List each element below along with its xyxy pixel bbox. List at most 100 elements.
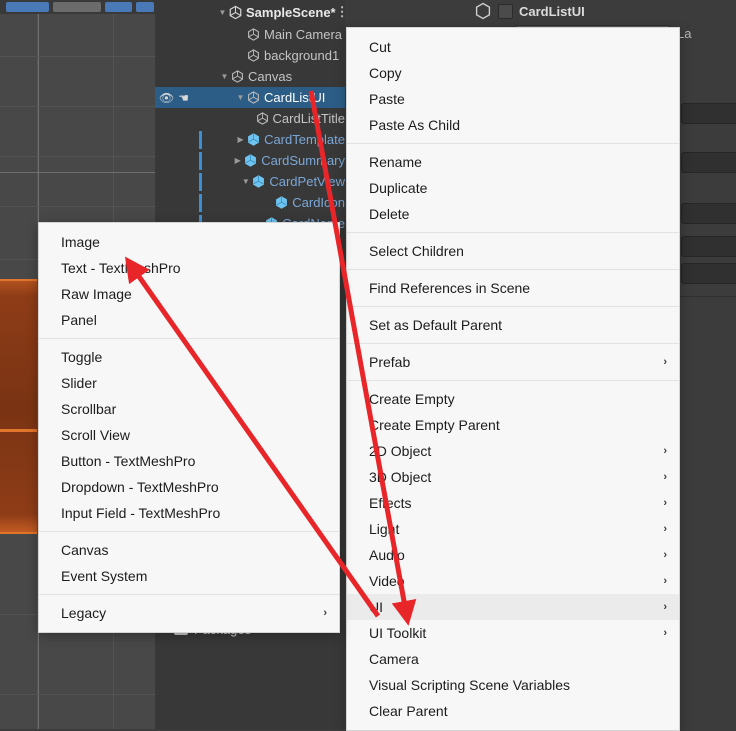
chevron-right-icon: › — [663, 471, 667, 483]
menu-item-button-textmeshpro[interactable]: Button - TextMeshPro — [39, 448, 339, 474]
menu-item-label: 2D Object — [369, 443, 432, 459]
prefab-marker — [199, 130, 202, 149]
menu-item-canvas[interactable]: Canvas — [39, 537, 339, 563]
hierarchy-item-cardsummary[interactable]: ▶ CardSummary — [155, 150, 345, 171]
inspector-field-3[interactable] — [681, 203, 736, 224]
menu-item-raw-image[interactable]: Raw Image — [39, 281, 339, 307]
inspector-object-name: CardListUI — [519, 3, 585, 19]
menu-item-delete[interactable]: Delete — [347, 201, 679, 227]
menu-item-light[interactable]: Light › — [347, 516, 679, 542]
menu-item-label: Canvas — [61, 542, 109, 558]
menu-item-toggle[interactable]: Toggle — [39, 344, 339, 370]
chevron-down-icon[interactable]: ▼ — [219, 72, 230, 81]
menu-item-find-references-in-scene[interactable]: Find References in Scene — [347, 275, 679, 301]
menu-item-label: Scrollbar — [61, 401, 117, 417]
eye-icon[interactable]: 👁 — [159, 91, 174, 105]
menu-item-label: Prefab — [369, 354, 411, 370]
inspector-field-5[interactable] — [681, 263, 736, 284]
chevron-down-icon[interactable]: ▼ — [240, 177, 251, 186]
menu-separator — [347, 306, 679, 307]
kebab-menu-icon[interactable]: ⋮ — [336, 4, 345, 20]
toolbar-button-3[interactable] — [104, 2, 133, 12]
menu-item-dropdown-textmeshpro[interactable]: Dropdown - TextMeshPro — [39, 474, 339, 500]
scene-name-label: SampleScene* — [246, 4, 336, 20]
menu-item-create-empty[interactable]: Create Empty — [347, 386, 679, 412]
menu-item-2d-object[interactable]: 2D Object › — [347, 438, 679, 464]
menu-item-clear-parent[interactable]: Clear Parent — [347, 698, 679, 724]
menu-item-image[interactable]: Image — [39, 229, 339, 255]
menu-item-panel[interactable]: Panel — [39, 307, 339, 333]
menu-separator — [39, 594, 339, 595]
hierarchy-item-cardicon[interactable]: CardIcon — [155, 192, 345, 213]
hierarchy-scene-row[interactable]: ▼ SampleScene* ⋮ — [155, 0, 345, 24]
inspector-field-4[interactable] — [681, 236, 736, 257]
inspector-field-1[interactable] — [681, 103, 736, 124]
menu-item-scrollbar[interactable]: Scrollbar — [39, 396, 339, 422]
visibility-toggles[interactable]: 👁 ☚ — [155, 87, 199, 108]
chevron-right-icon: › — [663, 445, 667, 457]
menu-item-set-as-default-parent[interactable]: Set as Default Parent — [347, 312, 679, 338]
hand-icon[interactable]: ☚ — [178, 91, 189, 105]
menu-item-camera[interactable]: Camera — [347, 646, 679, 672]
toolbar-button-4[interactable] — [136, 2, 154, 12]
chevron-down-icon[interactable]: ▼ — [235, 93, 246, 102]
ui-submenu[interactable]: Image Text - TextMeshPro Raw Image Panel Tog… — [38, 222, 340, 633]
menu-separator — [347, 143, 679, 144]
toolbar-button-2[interactable] — [53, 2, 101, 12]
menu-item-slider[interactable]: Slider — [39, 370, 339, 396]
menu-item-cut[interactable]: Cut — [347, 34, 679, 60]
menu-item-rename[interactable]: Rename — [347, 149, 679, 175]
menu-item-select-children[interactable]: Select Children — [347, 238, 679, 264]
menu-item-label: Input Field - TextMeshPro — [61, 505, 221, 521]
menu-item-visual-scripting-scene-variables[interactable]: Visual Scripting Scene Variables — [347, 672, 679, 698]
chevron-right-icon: › — [323, 607, 327, 619]
menu-item-label: Find References in Scene — [369, 280, 531, 296]
menu-item-label: Clear Parent — [369, 703, 448, 719]
menu-item-create-empty-parent[interactable]: Create Empty Parent — [347, 412, 679, 438]
menu-item-scroll-view[interactable]: Scroll View — [39, 422, 339, 448]
menu-item-3d-object[interactable]: 3D Object › — [347, 464, 679, 490]
chevron-right-icon[interactable]: ▶ — [232, 156, 243, 165]
menu-item-paste[interactable]: Paste — [347, 86, 679, 112]
menu-item-duplicate[interactable]: Duplicate — [347, 175, 679, 201]
hierarchy-item-cardpetview[interactable]: ▼ CardPetView — [155, 171, 345, 192]
menu-item-label: Toggle — [61, 349, 103, 365]
menu-item-label: Camera — [369, 651, 419, 667]
hierarchy-item-cardlistui[interactable]: 👁 ☚ ▼ CardListUI — [155, 87, 345, 108]
menu-item-prefab[interactable]: Prefab › — [347, 349, 679, 375]
menu-item-label: Create Empty — [369, 391, 455, 407]
hierarchy-item-background1[interactable]: background1 — [155, 45, 345, 66]
menu-item-label: Create Empty Parent — [369, 417, 500, 433]
menu-item-input-field-textmeshpro[interactable]: Input Field - TextMeshPro — [39, 500, 339, 526]
hierarchy-item-cardlisttitle[interactable]: CardListTitle — [155, 108, 345, 129]
menu-item-label: 3D Object — [369, 469, 432, 485]
prefab-cube-icon — [274, 195, 289, 210]
menu-item-video[interactable]: Video › — [347, 568, 679, 594]
scene-object-card[interactable] — [0, 279, 37, 534]
chevron-down-icon[interactable]: ▼ — [217, 8, 228, 17]
inspector-field-2[interactable] — [681, 152, 736, 173]
chevron-right-icon[interactable]: ▶ — [235, 135, 246, 144]
menu-item-effects[interactable]: Effects › — [347, 490, 679, 516]
menu-item-event-system[interactable]: Event System — [39, 563, 339, 589]
menu-item-ui[interactable]: UI › — [347, 594, 679, 620]
unity-editor-window: ▼ SampleScene* ⋮ Main Camera background1 ▼… — [0, 0, 736, 731]
chevron-right-icon: › — [663, 627, 667, 639]
menu-item-label: Paste As Child — [369, 117, 461, 133]
menu-item-ui-toolkit[interactable]: UI Toolkit › — [347, 620, 679, 646]
hierarchy-item-canvas[interactable]: ▼ Canvas — [155, 66, 345, 87]
project-panel[interactable]: ▶Packages — [155, 618, 345, 729]
menu-item-label: Video — [369, 573, 405, 589]
menu-item-paste-as-child[interactable]: Paste As Child — [347, 112, 679, 138]
menu-item-label: Text - TextMeshPro — [61, 260, 181, 276]
menu-item-audio[interactable]: Audio › — [347, 542, 679, 568]
menu-item-legacy[interactable]: Legacy › — [39, 600, 339, 626]
menu-item-copy[interactable]: Copy — [347, 60, 679, 86]
gameobject-enabled-checkbox[interactable] — [498, 3, 513, 19]
hierarchy-item-main camera[interactable]: Main Camera — [155, 24, 345, 45]
hierarchy-item-label: CardListTitle — [272, 111, 345, 126]
hierarchy-item-cardtemplate[interactable]: ▶ CardTemplate — [155, 129, 345, 150]
toolbar-button-1[interactable] — [6, 2, 50, 12]
menu-item-text-textmeshpro[interactable]: Text - TextMeshPro — [39, 255, 339, 281]
hierarchy-context-menu[interactable]: Cut Copy Paste Paste As Child Rename Duplicat… — [346, 27, 680, 731]
